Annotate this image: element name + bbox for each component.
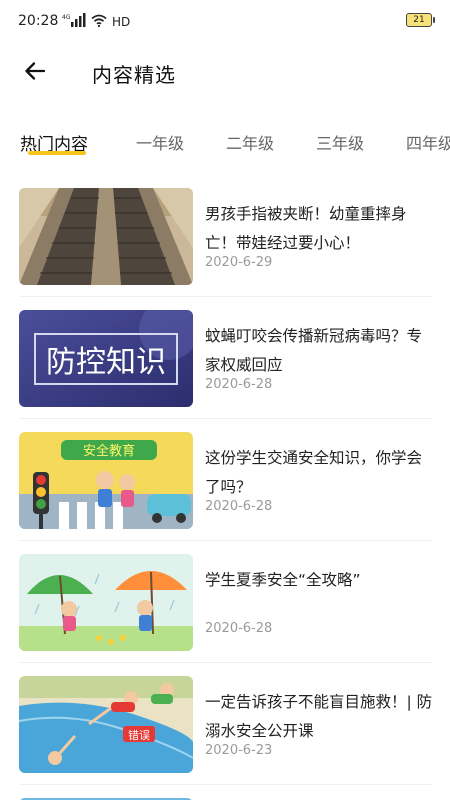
active-tab-indicator	[28, 151, 86, 155]
wifi-icon	[91, 12, 107, 31]
article-thumbnail: 安全教育	[19, 432, 193, 529]
list-item[interactable]: 学生夏季安全“全攻略” 2020-6-28	[0, 552, 450, 674]
grade-tabs: 热门内容 一年级 二年级 三年级 四年级	[0, 120, 450, 164]
tab-grade-1[interactable]: 一年级	[136, 130, 184, 154]
article-title: 蚊蝇叮咬会传播新冠病毒吗？专家权威回应	[205, 327, 423, 374]
tab-grade-3[interactable]: 三年级	[316, 130, 364, 154]
svg-text:防控知识: 防控知识	[46, 345, 166, 380]
signal-icon: 4G	[62, 12, 86, 31]
article-title: 一定告诉孩子不能盲目施救！| 防溺水安全公开课	[205, 693, 433, 740]
divider	[19, 296, 432, 297]
divider	[19, 784, 432, 785]
arrow-left-icon	[23, 59, 47, 87]
status-time: 20:28	[18, 13, 59, 29]
status-icons: 4G HD	[62, 12, 130, 31]
article-date: 2020-6-28	[205, 377, 273, 392]
list-item[interactable]: 安全教育 这份学生交通安全知识，你学会了吗？ 2020-6-28	[0, 430, 450, 552]
list-item[interactable]: 错误 一定告诉孩子不能盲目施救！| 防溺水安全公开课 2020-6-23	[0, 674, 450, 796]
svg-text:安全教育: 安全教育	[83, 443, 135, 459]
article-thumbnail	[19, 554, 193, 651]
tab-grade-4[interactable]: 四年级	[406, 130, 450, 154]
status-bar: 20:28 4G HD 21	[0, 0, 450, 44]
article-date: 2020-6-29	[205, 255, 273, 270]
svg-text:错误: 错误	[128, 728, 150, 742]
article-date: 2020-6-23	[205, 743, 273, 758]
back-button[interactable]	[18, 56, 52, 90]
divider	[19, 540, 432, 541]
article-date: 2020-6-28	[205, 499, 273, 514]
header: 内容精选	[0, 44, 450, 100]
article-date: 2020-6-28	[205, 621, 273, 636]
list-item[interactable]	[0, 796, 450, 800]
list-item[interactable]: 防控知识 蚊蝇叮咬会传播新冠病毒吗？专家权威回应 2020-6-28	[0, 308, 450, 430]
tab-grade-2[interactable]: 二年级	[226, 130, 274, 154]
list-item[interactable]: 男孩手指被夹断！幼童重摔身亡！带娃经过要小心！ 2020-6-29	[0, 186, 450, 308]
article-title: 学生夏季安全“全攻略”	[205, 571, 361, 589]
battery-level: 21	[413, 15, 425, 25]
article-title: 这份学生交通安全知识，你学会了吗？	[205, 449, 423, 496]
hd-label: HD	[112, 14, 131, 29]
article-thumbnail	[19, 188, 193, 285]
page-title: 内容精选	[92, 63, 176, 87]
article-thumbnail: 错误	[19, 676, 193, 773]
battery-icon: 21	[406, 13, 435, 27]
article-title: 男孩手指被夹断！幼童重摔身亡！带娃经过要小心！	[205, 205, 407, 252]
divider	[19, 418, 432, 419]
svg-text:4G: 4G	[62, 14, 71, 21]
divider	[19, 662, 432, 663]
article-thumbnail: 防控知识	[19, 310, 193, 407]
